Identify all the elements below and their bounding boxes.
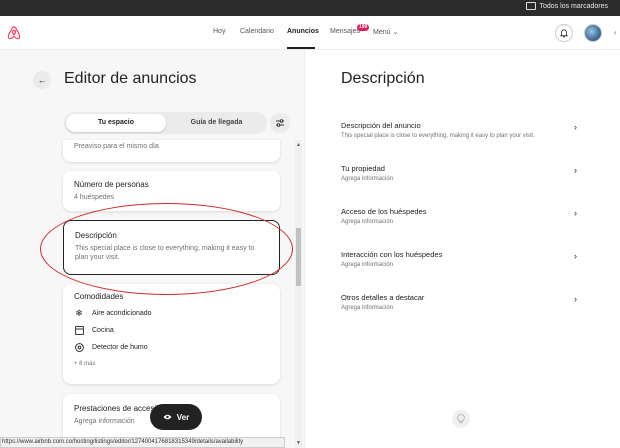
amenities-title: Comodidades bbox=[74, 292, 124, 301]
amenity-item: Detector de humo bbox=[74, 342, 269, 352]
amenity-item: ❄ Aire acondicionado bbox=[74, 308, 269, 318]
row-otros-detalles[interactable]: Otros detalles a destacar Agrega informa… bbox=[341, 293, 579, 323]
row-sub: Agrega información bbox=[341, 262, 394, 268]
row-sub: Agrega información bbox=[341, 305, 394, 311]
lightbulb-icon bbox=[457, 414, 465, 424]
amenity-item: Cocina bbox=[74, 325, 269, 335]
scroll-down-icon[interactable]: ▼ bbox=[295, 440, 302, 446]
folder-icon bbox=[525, 2, 536, 10]
stove-icon bbox=[74, 325, 84, 335]
top-header: Hoy Calendario Anuncios Mensajes 199 Men… bbox=[0, 16, 620, 50]
amenity-label: Detector de humo bbox=[92, 343, 148, 351]
row-label: Tu propiedad bbox=[341, 164, 385, 173]
description-card-title: Descripción bbox=[75, 231, 117, 240]
preaviso-card[interactable]: Preaviso para el mismo día bbox=[63, 140, 280, 162]
description-card[interactable]: Descripción This special place is close … bbox=[63, 220, 280, 275]
active-nav-underline bbox=[287, 47, 315, 49]
editor-title: Editor de anuncios bbox=[64, 70, 197, 87]
all-bookmarks-button[interactable]: Todos los marcadores bbox=[525, 2, 608, 10]
airbnb-logo-icon[interactable] bbox=[7, 25, 21, 41]
settings-button[interactable] bbox=[270, 113, 290, 133]
scrollbar-track[interactable] bbox=[295, 140, 302, 448]
amenity-label: Aire acondicionado bbox=[92, 309, 152, 317]
scrollbar-thumb[interactable] bbox=[296, 228, 301, 286]
chevron-right-icon: › bbox=[574, 251, 577, 261]
amenity-label: Cocina bbox=[92, 326, 114, 334]
row-sub: This special place is close to everythin… bbox=[341, 133, 535, 139]
row-sub: Agrega información bbox=[341, 176, 394, 182]
smoke-detector-icon bbox=[74, 342, 84, 352]
row-tu-propiedad[interactable]: Tu propiedad Agrega información › bbox=[341, 164, 579, 194]
chevron-down-icon: ⌄ bbox=[392, 29, 399, 36]
chevron-right-icon: › bbox=[574, 122, 577, 132]
row-interaccion-huespedes[interactable]: Interacción con los huéspedes Agrega inf… bbox=[341, 250, 579, 280]
eye-icon bbox=[163, 414, 172, 420]
bookmarks-label: Todos los marcadores bbox=[539, 2, 608, 10]
guests-title: Número de personas bbox=[74, 180, 149, 189]
amenities-more: + 8 más bbox=[74, 361, 96, 367]
sliders-icon bbox=[276, 119, 284, 127]
bookmarks-bar: Todos los marcadores bbox=[0, 0, 620, 16]
row-sub: Agrega información bbox=[341, 219, 394, 225]
scroll-up-icon[interactable]: ▲ bbox=[295, 142, 302, 148]
chevron-right-icon: › bbox=[574, 165, 577, 175]
row-label: Descripción del anuncio bbox=[341, 121, 421, 130]
panel-divider bbox=[304, 50, 305, 448]
preaviso-text: Preaviso para el mismo día bbox=[74, 143, 159, 150]
browser-edge-icon: ‹ bbox=[614, 28, 617, 37]
description-panel-title: Descripción bbox=[341, 70, 425, 87]
messages-badge: 199 bbox=[357, 24, 370, 31]
row-label: Otros detalles a destacar bbox=[341, 293, 425, 302]
amenities-card[interactable]: Comodidades ❄ Aire acondicionado Cocina … bbox=[63, 284, 280, 384]
tips-button[interactable] bbox=[452, 410, 470, 428]
bell-icon bbox=[560, 28, 568, 37]
row-descripcion-anuncio[interactable]: Descripción del anuncio This special pla… bbox=[341, 121, 579, 151]
chevron-right-icon: › bbox=[574, 294, 577, 304]
chevron-right-icon: › bbox=[574, 208, 577, 218]
editor-tabs: Tu espacio Guía de llegada bbox=[64, 112, 267, 134]
row-label: Interacción con los huéspedes bbox=[341, 250, 443, 259]
nav-menu[interactable]: Menú ⌄ bbox=[373, 28, 398, 36]
description-card-text: This special place is close to everythin… bbox=[75, 245, 255, 261]
nav-mensajes[interactable]: Mensajes bbox=[330, 28, 360, 35]
nav-menu-label: Menú bbox=[373, 29, 391, 36]
arrow-left-icon: ← bbox=[37, 75, 47, 85]
row-acceso-huespedes[interactable]: Acceso de los huéspedes Agrega informaci… bbox=[341, 207, 579, 237]
guests-card[interactable]: Número de personas 4 huéspedes bbox=[63, 171, 280, 211]
nav-calendario[interactable]: Calendario bbox=[240, 28, 274, 35]
snowflake-icon: ❄ bbox=[75, 307, 83, 318]
notifications-button[interactable] bbox=[555, 24, 573, 42]
tab-guia-de-llegada[interactable]: Guía de llegada bbox=[168, 114, 265, 132]
nav-hoy[interactable]: Hoy bbox=[213, 28, 225, 35]
back-button[interactable]: ← bbox=[33, 71, 51, 89]
view-button[interactable]: Ver bbox=[150, 404, 202, 430]
status-bar-url: https://www.airbnb.com.co/hosting/listin… bbox=[0, 437, 285, 448]
nav-anuncios[interactable]: Anuncios bbox=[287, 28, 319, 35]
tab-tu-espacio[interactable]: Tu espacio bbox=[66, 114, 166, 132]
profile-avatar[interactable] bbox=[584, 24, 602, 42]
row-label: Acceso de los huéspedes bbox=[341, 207, 427, 216]
guests-value: 4 huéspedes bbox=[74, 194, 115, 201]
view-button-label: Ver bbox=[176, 412, 190, 422]
